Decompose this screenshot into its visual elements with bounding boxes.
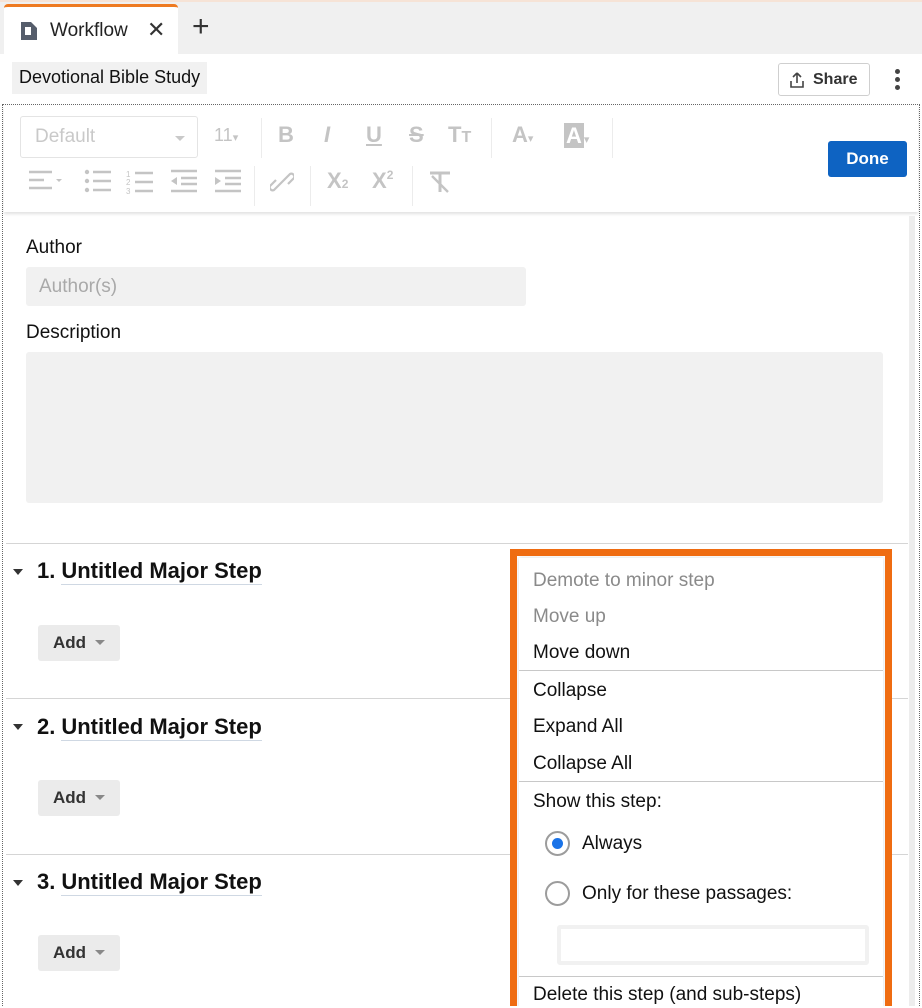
- clear-formatting-icon[interactable]: [428, 170, 452, 194]
- subscript-icon[interactable]: X2: [327, 168, 348, 194]
- superscript-icon[interactable]: X2: [372, 168, 393, 194]
- description-textarea[interactable]: [26, 352, 883, 503]
- font-family-select[interactable]: Default: [20, 116, 198, 158]
- collapse-caret-icon[interactable]: [13, 724, 23, 730]
- font-size-select[interactable]: 11▾: [214, 125, 238, 146]
- chevron-down-icon: [95, 640, 105, 645]
- formatting-toolbar: Default 11▾ B I U S TT A▾ A ▾ 123 X2 X2 D…: [4, 106, 918, 212]
- chevron-down-icon: [95, 795, 105, 800]
- radio-always-label[interactable]: Always: [582, 833, 642, 855]
- highlight-color-icon[interactable]: A ▾: [564, 123, 589, 149]
- document-header: Devotional Bible Study Share: [0, 54, 922, 104]
- menu-item-move-down[interactable]: Move down: [533, 642, 630, 664]
- plus-icon[interactable]: +: [192, 12, 210, 42]
- bold-icon[interactable]: B: [278, 122, 294, 148]
- font-family-value: Default: [35, 126, 96, 147]
- menu-item-collapse[interactable]: Collapse: [533, 680, 607, 702]
- toolbar-divider: [261, 118, 262, 158]
- menu-divider: [519, 976, 883, 977]
- add-label: Add: [53, 633, 87, 652]
- document-title[interactable]: Devotional Bible Study: [12, 62, 208, 94]
- step-heading: 3. Untitled Major Step: [37, 869, 262, 896]
- tab-workflow[interactable]: Workflow ✕: [4, 4, 178, 56]
- tab-label: Workflow: [50, 20, 128, 41]
- share-label: Share: [813, 71, 858, 88]
- font-size-value: 11: [214, 125, 233, 145]
- close-icon[interactable]: ✕: [147, 17, 165, 43]
- step-title-field[interactable]: Untitled Major Step: [61, 558, 262, 585]
- toolbar-divider: [491, 118, 492, 158]
- outdent-icon[interactable]: [170, 169, 198, 193]
- toolbar-divider: [310, 166, 311, 206]
- text-size-icon[interactable]: TT: [448, 122, 471, 148]
- toolbar-divider: [412, 166, 413, 206]
- step-heading: 2. Untitled Major Step: [37, 714, 262, 741]
- chevron-down-icon: [175, 136, 185, 141]
- indent-icon[interactable]: [214, 169, 242, 193]
- add-button[interactable]: Add: [38, 625, 120, 661]
- numbered-list-icon[interactable]: 123: [126, 169, 154, 195]
- more-vertical-icon[interactable]: [888, 66, 906, 94]
- step-title-field[interactable]: Untitled Major Step: [61, 714, 262, 741]
- menu-panel: Demote to minor step Move up Move down C…: [519, 558, 883, 1006]
- svg-text:3: 3: [126, 187, 131, 195]
- share-button[interactable]: Share: [778, 63, 870, 96]
- scrollbar[interactable]: [909, 216, 915, 1006]
- radio-only-passages[interactable]: [545, 881, 570, 906]
- share-upload-icon: [790, 72, 804, 88]
- collapse-caret-icon[interactable]: [13, 880, 23, 886]
- menu-item-collapse-all[interactable]: Collapse All: [533, 753, 632, 775]
- strikethrough-icon[interactable]: S: [409, 122, 424, 148]
- italic-icon[interactable]: I: [324, 122, 330, 148]
- menu-divider: [519, 670, 883, 671]
- workflow-doc-icon: [21, 22, 37, 40]
- tab-bar: Workflow ✕ +: [0, 0, 922, 56]
- menu-item-expand-all[interactable]: Expand All: [533, 716, 623, 738]
- step-context-menu: Demote to minor step Move up Move down C…: [510, 549, 892, 1006]
- svg-text:2: 2: [126, 178, 131, 187]
- link-icon[interactable]: [270, 170, 294, 194]
- show-step-heading: Show this step:: [533, 791, 662, 812]
- menu-divider: [519, 781, 883, 782]
- menu-item-move-up: Move up: [533, 606, 606, 627]
- step-heading: 1. Untitled Major Step: [37, 558, 262, 585]
- radio-only-passages-label[interactable]: Only for these passages:: [582, 883, 792, 905]
- add-button[interactable]: Add: [38, 935, 120, 971]
- align-left-icon[interactable]: [28, 169, 62, 193]
- radio-always[interactable]: [545, 831, 570, 856]
- bulleted-list-icon[interactable]: [84, 169, 112, 193]
- toolbar-divider: [612, 118, 613, 158]
- author-input[interactable]: [26, 267, 526, 306]
- step-title-field[interactable]: Untitled Major Step: [61, 869, 262, 896]
- font-color-icon[interactable]: A▾: [512, 122, 533, 148]
- description-label: Description: [26, 322, 122, 343]
- done-button[interactable]: Done: [828, 141, 907, 177]
- chevron-down-icon: [95, 950, 105, 955]
- passages-input[interactable]: [557, 925, 869, 965]
- menu-item-demote: Demote to minor step: [533, 570, 715, 591]
- underline-icon[interactable]: U: [366, 122, 382, 148]
- add-button[interactable]: Add: [38, 780, 120, 816]
- menu-item-delete-step[interactable]: Delete this step (and sub-steps): [533, 984, 801, 1006]
- step-number: 3.: [37, 869, 56, 894]
- toolbar-divider: [254, 166, 255, 206]
- add-label: Add: [53, 788, 87, 807]
- step-divider: [6, 543, 908, 544]
- add-label: Add: [53, 943, 87, 962]
- author-label: Author: [26, 237, 82, 258]
- collapse-caret-icon[interactable]: [13, 569, 23, 575]
- step-number: 2.: [37, 714, 56, 739]
- step-number: 1.: [37, 558, 56, 583]
